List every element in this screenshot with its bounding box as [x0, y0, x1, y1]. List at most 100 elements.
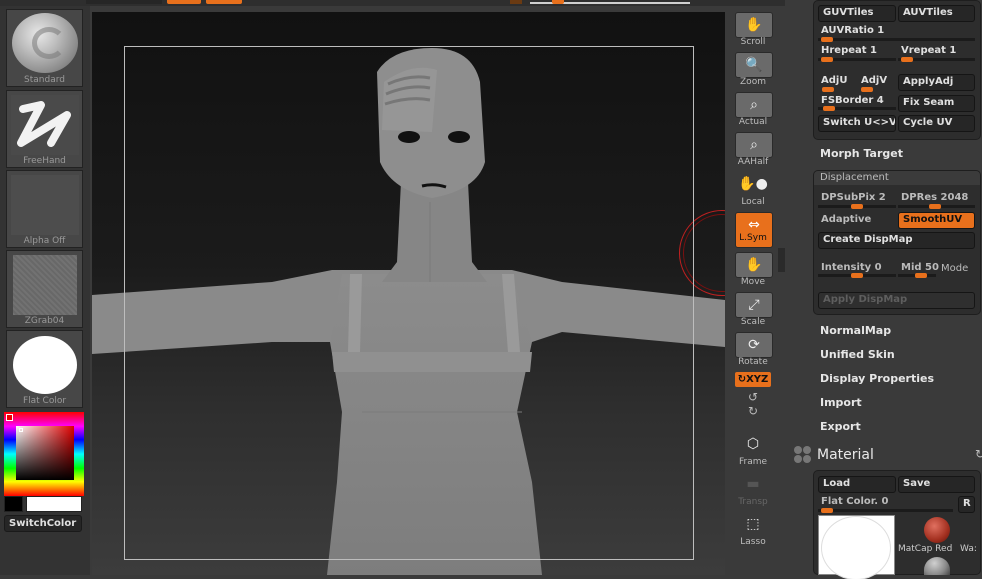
- hue-marker: [6, 414, 13, 421]
- matcap-red-label: MatCap Red: [898, 544, 953, 554]
- dp-subpix-label: DPSubPix 2: [821, 192, 886, 203]
- export-menu[interactable]: Export: [820, 420, 861, 433]
- mid-knob[interactable]: [915, 273, 927, 278]
- lsym-button[interactable]: ⇔ L.Sym: [734, 212, 773, 250]
- scale-label: Scale: [740, 317, 766, 327]
- xyz-button[interactable]: ↻XYZ: [735, 372, 771, 387]
- aahalf-icon: ⌕: [735, 132, 773, 158]
- saturation-value-square[interactable]: [16, 426, 74, 480]
- lsym-label: L.Sym: [739, 233, 767, 243]
- material-r-button[interactable]: R: [958, 496, 975, 513]
- cycle-uv-button[interactable]: Cycle UV: [898, 115, 975, 132]
- move-icon: ✋: [735, 252, 773, 278]
- top-orange-button[interactable]: [167, 0, 201, 4]
- material-save-button[interactable]: Save: [898, 476, 975, 493]
- brush-slot[interactable]: Standard: [6, 9, 83, 87]
- alpha-slot[interactable]: Alpha Off: [6, 170, 83, 248]
- material-slot[interactable]: Flat Color: [6, 330, 83, 408]
- adj-v-knob[interactable]: [861, 87, 873, 92]
- material-knob[interactable]: [821, 508, 833, 513]
- aahalf-label: AAHalf: [737, 157, 769, 167]
- mode-button[interactable]: Mode: [941, 263, 968, 274]
- transp-label: Transp: [738, 497, 768, 507]
- material-palette-title[interactable]: Material: [817, 447, 874, 463]
- vrepeat-knob[interactable]: [901, 57, 913, 62]
- matcap-red-icon[interactable]: [924, 517, 950, 543]
- move-label: Move: [740, 277, 766, 287]
- transp-icon: ▬: [746, 476, 760, 492]
- material-preview[interactable]: [818, 515, 895, 579]
- scale-icon: ⤢: [735, 292, 773, 318]
- color-picker[interactable]: [4, 412, 84, 496]
- texture-label: ZGrab04: [24, 316, 65, 326]
- top-slider-knob-2[interactable]: [552, 0, 564, 4]
- zoom-button[interactable]: 🔍 Zoom: [734, 52, 773, 90]
- local-icon: ✋●: [738, 176, 768, 192]
- lasso-button[interactable]: ⬚ Lasso: [734, 512, 772, 550]
- create-dispmap-button[interactable]: Create DispMap: [818, 232, 975, 249]
- flat-color-material-icon: [13, 336, 77, 394]
- import-menu[interactable]: Import: [820, 396, 862, 409]
- hrepeat-knob[interactable]: [821, 57, 833, 62]
- morph-target-menu[interactable]: Morph Target: [820, 147, 903, 160]
- top-slider-knob[interactable]: [510, 0, 522, 4]
- xyz-icon: ↻: [737, 374, 747, 385]
- transp-button[interactable]: ▬ Transp: [734, 472, 772, 510]
- local-button[interactable]: ✋● Local: [734, 172, 772, 210]
- mid-label: Mid 50: [901, 262, 939, 273]
- top-orange-button[interactable]: [206, 0, 242, 4]
- dp-subpix-knob[interactable]: [851, 204, 863, 209]
- scale-button[interactable]: ⤢ Scale: [734, 292, 773, 330]
- display-properties-menu[interactable]: Display Properties: [820, 372, 934, 385]
- material-slider[interactable]: [818, 509, 953, 512]
- adaptive-label[interactable]: Adaptive: [821, 214, 871, 225]
- secondary-color-swatch[interactable]: [4, 496, 23, 512]
- standard-brush-icon: [12, 13, 78, 73]
- apply-dispmap-button[interactable]: Apply DispMap: [818, 292, 975, 309]
- fs-border-knob[interactable]: [823, 106, 835, 111]
- actual-button[interactable]: ⌕ Actual: [734, 92, 773, 130]
- switch-color-button[interactable]: SwitchColor: [4, 515, 82, 532]
- apply-adj-button[interactable]: ApplyAdj: [898, 74, 975, 91]
- displacement-title: Displacement: [820, 172, 889, 183]
- rotate-button[interactable]: ⟳ Rotate: [734, 332, 773, 370]
- lasso-label: Lasso: [740, 537, 766, 547]
- material-palette-icon: [792, 444, 816, 464]
- frame-button[interactable]: ⬡ Frame: [734, 432, 772, 470]
- panel-collapse-arrow[interactable]: [778, 248, 785, 272]
- main-color-swatch[interactable]: [26, 496, 82, 512]
- rotate-icon: ⟳: [735, 332, 773, 358]
- auv-tiles-button[interactable]: AUVTiles: [898, 5, 975, 22]
- material-load-button[interactable]: Load: [818, 476, 896, 493]
- brush-label: Standard: [24, 75, 65, 85]
- auv-ratio-label: AUVRatio 1: [821, 25, 885, 36]
- switch-uv-button[interactable]: Switch U<>V: [818, 115, 896, 132]
- texture-slot[interactable]: ZGrab04: [6, 250, 83, 328]
- intensity-knob[interactable]: [851, 273, 863, 278]
- freehand-stroke-icon: [11, 95, 79, 155]
- rotation-axis-icons[interactable]: ↺ ↻: [740, 390, 766, 418]
- material-label: Flat Color: [22, 396, 67, 406]
- guv-tiles-button[interactable]: GUVTiles: [818, 5, 896, 22]
- document-viewport[interactable]: [92, 12, 725, 575]
- frame-label: Frame: [738, 457, 768, 467]
- stroke-slot[interactable]: FreeHand: [6, 90, 83, 168]
- unified-skin-menu[interactable]: Unified Skin: [820, 348, 895, 361]
- vrepeat-label: Vrepeat 1: [901, 45, 957, 56]
- fix-seam-button[interactable]: Fix Seam: [898, 95, 975, 112]
- alpha-label: Alpha Off: [23, 236, 66, 246]
- actual-label: Actual: [738, 117, 768, 127]
- smooth-uv-button[interactable]: SmoothUV: [898, 212, 975, 229]
- aahalf-button[interactable]: ⌕ AAHalf: [734, 132, 773, 170]
- lasso-icon: ⬚: [746, 516, 760, 532]
- move-button[interactable]: ✋ Move: [734, 252, 773, 290]
- adj-u-knob[interactable]: [822, 87, 834, 92]
- auv-ratio-knob[interactable]: [821, 37, 833, 42]
- frame-icon: ⬡: [746, 436, 760, 452]
- normalmap-menu[interactable]: NormalMap: [820, 324, 891, 337]
- dp-res-knob[interactable]: [929, 204, 941, 209]
- auv-ratio-slider[interactable]: [818, 38, 975, 41]
- scroll-button[interactable]: ✋ Scroll: [734, 12, 773, 50]
- top-button[interactable]: [86, 0, 162, 4]
- palette-pin-icon[interactable]: ↻: [975, 447, 982, 461]
